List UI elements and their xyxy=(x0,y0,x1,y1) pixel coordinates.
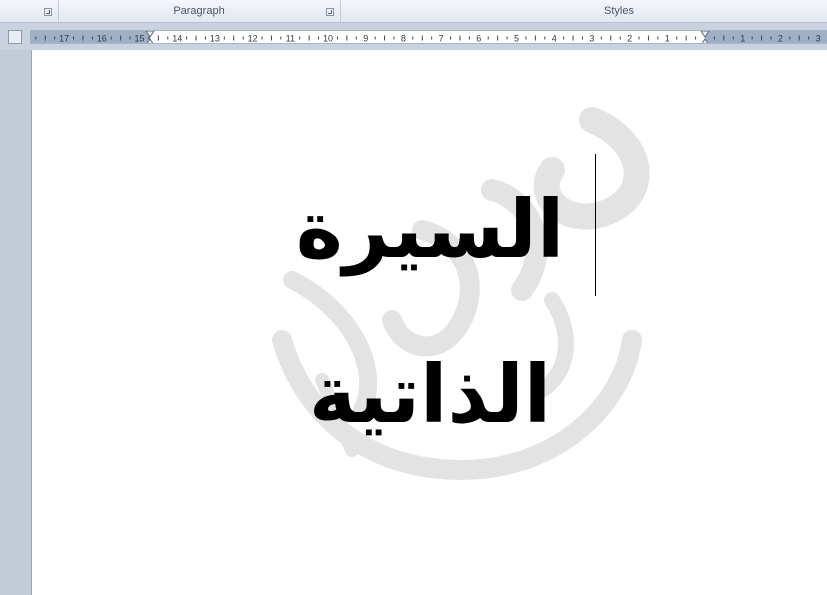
ruler-scale: 17 16 15 14 13 12 11 10 9 8 7 6 5 4 3 2 1 1 2 3 xyxy=(35,31,821,44)
ruler-number: 7 xyxy=(439,34,444,44)
ruler-number: 1 xyxy=(740,34,745,44)
ruler-number: 1 xyxy=(665,34,670,44)
ribbon-group-bar: Paragraph Styles xyxy=(0,0,827,23)
ruler-number: 2 xyxy=(627,34,632,44)
text-cursor xyxy=(595,154,596,296)
document-workspace: السيرة الذاتية xyxy=(0,50,827,595)
font-dialog-launcher-icon[interactable] xyxy=(44,8,52,16)
ruler-number: 9 xyxy=(363,34,368,44)
styles-group-label: Styles xyxy=(604,5,634,17)
ruler-number: 4 xyxy=(552,34,557,44)
ruler-number: 3 xyxy=(816,34,821,44)
document-heading-line-1[interactable]: السيرة xyxy=(32,190,827,270)
ribbon-group-paragraph: Paragraph xyxy=(59,0,339,22)
ribbon-group-styles: Styles xyxy=(341,0,827,22)
document-page[interactable]: السيرة الذاتية xyxy=(31,50,827,595)
ruler-number: 10 xyxy=(323,34,333,44)
ruler-number: 14 xyxy=(172,34,182,44)
document-heading-line-2[interactable]: الذاتية xyxy=(32,355,827,435)
ruler-number: 12 xyxy=(248,34,258,44)
ruler-number: 11 xyxy=(286,34,295,44)
left-indent-marker[interactable] xyxy=(145,31,155,44)
ruler-number: 17 xyxy=(59,34,69,44)
ruler-number: 8 xyxy=(401,34,406,44)
ruler-number: 2 xyxy=(778,34,783,44)
ruler-number: 13 xyxy=(210,34,220,44)
ruler-number: 3 xyxy=(589,34,594,44)
ruler-number: 16 xyxy=(97,34,107,44)
ruler-number: 5 xyxy=(514,34,519,44)
ruler-number: 15 xyxy=(134,34,144,44)
right-indent-marker[interactable] xyxy=(700,31,710,44)
tab-selector-button[interactable] xyxy=(8,30,22,44)
paragraph-dialog-launcher-icon[interactable] xyxy=(326,8,334,16)
horizontal-ruler[interactable]: 17 16 15 14 13 12 11 10 9 8 7 6 5 4 3 2 1 1 2 3 xyxy=(30,30,827,44)
paragraph-group-label: Paragraph xyxy=(173,5,225,17)
ruler-number: 6 xyxy=(476,34,481,44)
